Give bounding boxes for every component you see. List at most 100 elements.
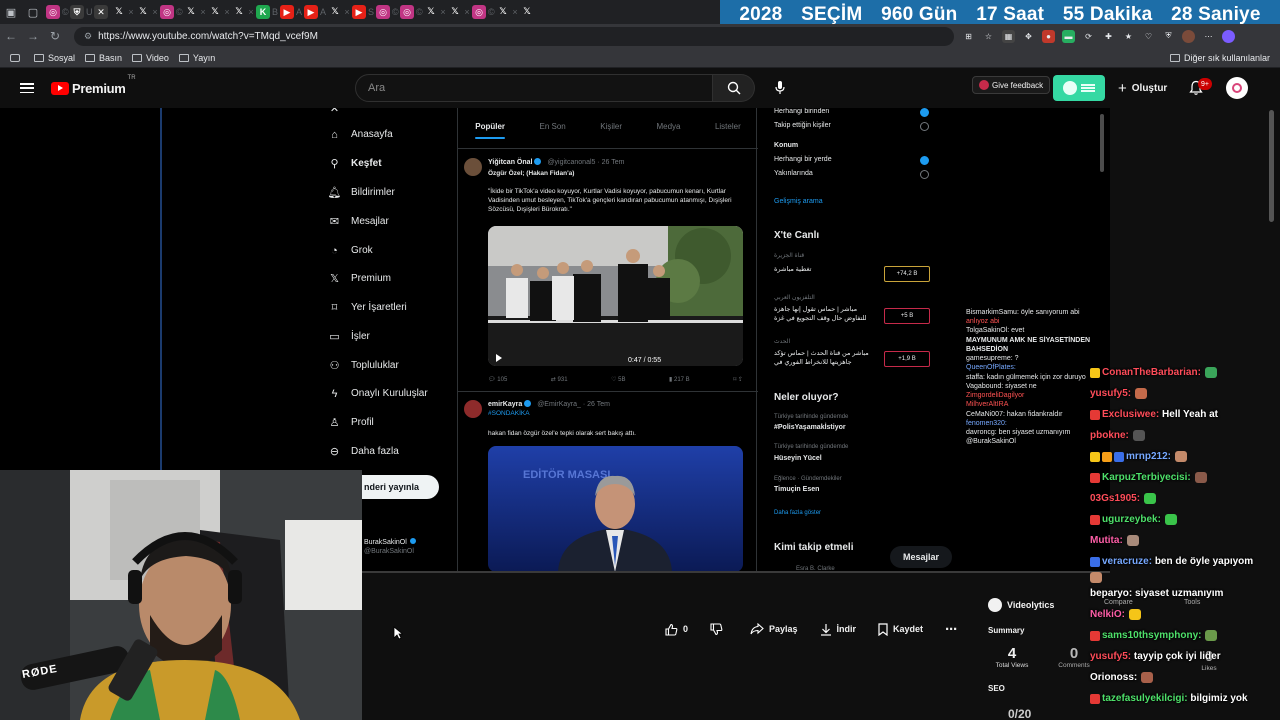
- chat-message: tazefasulyekilcigi: bilgimiz yok: [1090, 688, 1280, 709]
- account-avatar[interactable]: [1226, 77, 1248, 99]
- tweet-avatar: [464, 158, 482, 176]
- search-input[interactable]: Ara: [355, 74, 713, 102]
- tab-shield-icon[interactable]: ⛨: [70, 5, 84, 19]
- extension-icon[interactable]: ⟳: [1082, 30, 1095, 43]
- give-feedback-button[interactable]: Give feedback: [972, 76, 1051, 94]
- tweet-text: "İkide bir TikTok'a video koyuyor, Kurtl…: [488, 188, 732, 213]
- browser-menu-icon[interactable]: ▣: [0, 0, 22, 24]
- live-source: التلفزيون العربي: [774, 295, 815, 301]
- reply-count: 💬︎ 105: [488, 377, 508, 383]
- video-progress-bar[interactable]: [362, 571, 1110, 573]
- filter-option: Herhangi bir yerde: [774, 156, 832, 163]
- feed-divider: [458, 391, 758, 392]
- extension-icon[interactable]: ▬: [1062, 29, 1075, 43]
- tab-x-icon[interactable]: 𝕏: [424, 5, 438, 19]
- extension-icon[interactable]: ●: [1042, 29, 1055, 43]
- star-bookmark-icon[interactable]: ☆: [982, 30, 995, 43]
- tab-youtube-icon[interactable]: ▶: [280, 5, 294, 19]
- x-close-icon: ✕: [329, 108, 340, 115]
- x-post-button: nderi yayınla: [362, 475, 439, 499]
- tab-x-icon[interactable]: 𝕏: [448, 5, 462, 19]
- page-scrollbar[interactable]: [1268, 108, 1276, 720]
- profile-avatar[interactable]: [1182, 29, 1195, 43]
- chat-line: Vagabound: siyaset ne: [966, 382, 1037, 390]
- chat-message: KarpuzTerbiyecisi:: [1090, 467, 1280, 488]
- x-nav-item: ▭ İşler: [329, 331, 370, 343]
- logo-region: TR: [127, 74, 136, 81]
- tab-x-icon[interactable]: 𝕏: [112, 5, 126, 19]
- extension-icon[interactable]: ▦: [1002, 29, 1015, 43]
- back-arrow-icon[interactable]: ←: [0, 29, 22, 43]
- save-button[interactable]: Kaydet: [878, 622, 923, 636]
- tab-instagram-icon[interactable]: ◎: [160, 5, 174, 19]
- x-messages-drawer: Mesajlar: [890, 546, 952, 568]
- tweet-hashtag: #SONDAKİKA: [488, 410, 530, 417]
- grok-icon: ◔: [331, 244, 338, 257]
- forward-arrow-icon[interactable]: →: [22, 29, 44, 43]
- extension-toggle-button[interactable]: [1053, 75, 1105, 101]
- youtube-logo[interactable]: Premium TR: [51, 75, 136, 96]
- trend-item: #PolisYaşamakİstiyor: [774, 424, 846, 431]
- copilot-icon[interactable]: [1222, 29, 1235, 43]
- download-button[interactable]: İndir: [820, 623, 856, 636]
- live-listener-count: +1,9 B: [884, 351, 930, 367]
- tab-instagram-icon[interactable]: ◎: [376, 5, 390, 19]
- more-actions-button[interactable]: ⋯: [945, 622, 957, 636]
- bookmark-folder[interactable]: Sosyal: [34, 53, 75, 63]
- tab-x-icon[interactable]: 𝕏: [520, 5, 534, 19]
- tab-instagram-icon[interactable]: ◎: [472, 5, 486, 19]
- dislike-button[interactable]: [710, 622, 728, 636]
- tab-x-icon[interactable]: 𝕏: [208, 5, 222, 19]
- seo-score: 0/20: [1008, 707, 1032, 720]
- tab-youtube-icon[interactable]: ▶: [352, 5, 366, 19]
- tab-instagram-icon[interactable]: ◎: [400, 5, 414, 19]
- extension-icon[interactable]: ✥: [1022, 30, 1035, 43]
- hamburger-menu-icon[interactable]: [20, 83, 34, 93]
- tab-x-icon[interactable]: 𝕏: [232, 5, 246, 19]
- tab-x-icon[interactable]: 𝕏: [184, 5, 198, 19]
- shield-icon[interactable]: ⛨: [1162, 30, 1175, 43]
- tab-active-close-icon[interactable]: ✕: [94, 5, 108, 19]
- voice-search-button[interactable]: [770, 78, 790, 98]
- bookmark-folder[interactable]: Video: [132, 53, 169, 63]
- studio-shot: EDİTÖR MASASI: [488, 446, 743, 572]
- trend-context: Eğlence · Gündemdekiler: [774, 476, 842, 482]
- bookmark-folder[interactable]: Yayın: [178, 53, 215, 63]
- tab-youtube-icon[interactable]: ▶: [304, 5, 318, 19]
- create-button[interactable]: + Oluştur: [1118, 80, 1167, 97]
- heart-icon[interactable]: ♡: [1142, 30, 1155, 43]
- more-options-icon[interactable]: ⋯: [1202, 30, 1215, 43]
- translate-icon[interactable]: ⊞: [962, 30, 975, 43]
- tab-x-icon[interactable]: 𝕏: [136, 5, 150, 19]
- reload-icon[interactable]: ↻: [44, 29, 66, 43]
- tab-instagram-icon[interactable]: ◎: [46, 5, 60, 19]
- streamer-webcam: RØDE: [0, 470, 362, 720]
- chat-message: mrnp212:: [1090, 446, 1280, 467]
- puzzle-icon[interactable]: ✚: [1102, 30, 1115, 43]
- tab-x-icon[interactable]: 𝕏: [328, 5, 342, 19]
- x-nav-item: 🔔︎ Bildirimler: [327, 187, 395, 199]
- tweet-avatar: [464, 400, 482, 418]
- bookmarks-menu-icon[interactable]: [10, 53, 24, 62]
- favorites-icon[interactable]: ★: [1122, 30, 1135, 43]
- tweet-text: hakan fidan özgür özel'e tepki olarak se…: [488, 430, 636, 437]
- toggle-knob-icon: [1063, 81, 1077, 95]
- like-button[interactable]: 0: [665, 623, 688, 636]
- site-info-icon[interactable]: ⚙: [84, 31, 92, 42]
- bell-icon: 🔔︎: [327, 187, 342, 199]
- address-bar[interactable]: ⚙ https://www.youtube.com/watch?v=TMqd_v…: [74, 26, 954, 46]
- videolytics-header: Videolytics: [988, 598, 1054, 612]
- tab-kick-icon[interactable]: K: [256, 5, 270, 19]
- chat-message: pbokne:: [1090, 425, 1280, 446]
- tab-overview-icon[interactable]: ▢: [22, 0, 44, 24]
- share-button[interactable]: Paylaş: [750, 623, 798, 635]
- stream-chat-overlay: ConanTheBarbarian: yusufy5: Exclusiwee: …: [1090, 362, 1280, 720]
- logo-text: Premium: [72, 80, 126, 96]
- tab-x-icon[interactable]: 𝕏: [496, 5, 510, 19]
- other-bookmarks[interactable]: Diğer sık kullanılanlar: [1169, 53, 1270, 63]
- view-count: ▮ 217 B: [669, 377, 690, 383]
- search-button[interactable]: [713, 74, 755, 102]
- countdown-days: 960 Gün: [881, 4, 958, 25]
- radio-icon: [920, 122, 929, 131]
- bookmark-folder[interactable]: Basın: [85, 53, 122, 63]
